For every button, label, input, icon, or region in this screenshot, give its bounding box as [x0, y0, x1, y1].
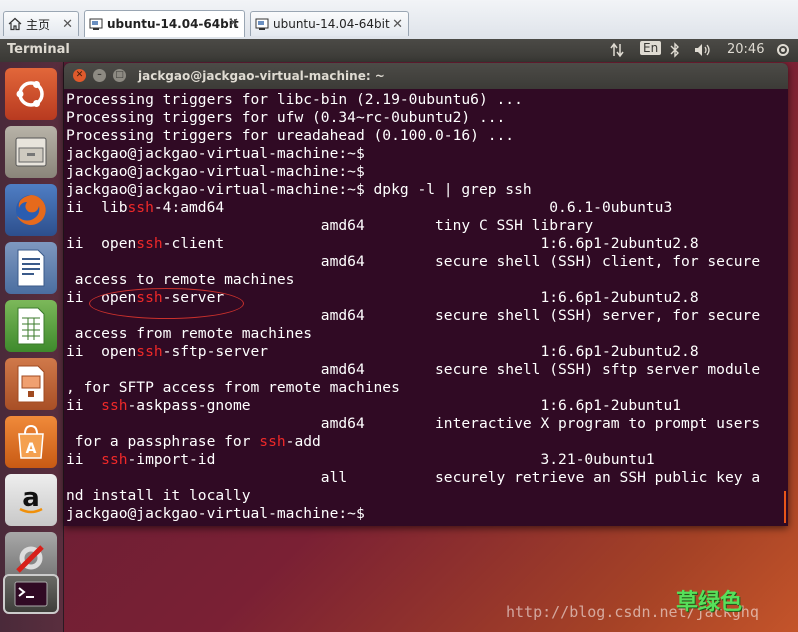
- clock[interactable]: 20:46: [727, 42, 764, 57]
- terminal-text: Processing triggers for ufw (0.34~rc-0ub…: [66, 109, 506, 126]
- terminal-text: for a passphrase for: [66, 433, 260, 450]
- home-icon: [8, 17, 22, 31]
- terminal-text: -client 1:6.6p1-2ubuntu2.8: [162, 235, 699, 252]
- tab-label: 主页: [26, 17, 51, 32]
- terminal-text: ii: [66, 397, 102, 414]
- window-title: jackgao@jackgao-virtual-machine: ~: [138, 69, 385, 83]
- libreoffice-writer-icon[interactable]: [5, 242, 57, 294]
- power-gear-icon[interactable]: [775, 42, 791, 62]
- terminal-line: ii libssh-4:amd64 0.6.1-0ubuntu3: [66, 199, 786, 217]
- terminal-line: all securely retrieve an SSH public key …: [66, 469, 786, 487]
- terminal-line: ii ssh-import-id 3.21-0ubuntu1: [66, 451, 786, 469]
- terminal-text: jackgao@jackgao-virtual-machine:~$ dpkg …: [66, 181, 532, 198]
- terminal-line: amd64 secure shell (SSH) client, for sec…: [66, 253, 786, 271]
- grep-match: ssh: [127, 199, 154, 216]
- tab-label: ubuntu-14.04-64bit: [273, 17, 390, 31]
- terminal-line: Processing triggers for libc-bin (2.19-0…: [66, 91, 786, 109]
- annotation-ellipse: [89, 288, 244, 319]
- terminal-line: amd64 interactive X program to prompt us…: [66, 415, 786, 433]
- svg-text:a: a: [22, 483, 40, 513]
- terminal-text: -askpass-gnome 1:6.6p1-2ubuntu1: [127, 397, 682, 414]
- software-center-icon[interactable]: A: [5, 416, 57, 468]
- terminal-text: amd64 secure shell (SSH) client, for sec…: [66, 253, 761, 270]
- watermark-text: 草绿色: [676, 590, 743, 615]
- terminal-text: ii open: [66, 235, 137, 252]
- terminal-line: Processing triggers for ufw (0.34~rc-0ub…: [66, 109, 786, 127]
- terminal-line: ii ssh-askpass-gnome 1:6.6p1-2ubuntu1: [66, 397, 786, 415]
- terminal-text: jackgao@jackgao-virtual-machine:~$: [66, 163, 365, 180]
- maximize-icon[interactable]: □: [113, 69, 126, 82]
- terminal-text: -import-id 3.21-0ubuntu1: [127, 451, 655, 468]
- terminal-line: , for SFTP access from remote machines: [66, 379, 786, 397]
- minimize-icon[interactable]: –: [93, 69, 106, 82]
- terminal-cursor: [784, 491, 786, 523]
- firefox-icon[interactable]: [5, 184, 57, 236]
- vm-icon: [89, 17, 103, 31]
- tab-label: ubuntu-14.04-64bit: [107, 17, 239, 31]
- terminal-text: jackgao@jackgao-virtual-machine:~$: [66, 505, 365, 522]
- volume-icon[interactable]: [694, 42, 714, 62]
- terminal-text: amd64 secure shell (SSH) sftp server mod…: [66, 361, 761, 378]
- terminal-text: Processing triggers for ureadahead (0.10…: [66, 127, 515, 144]
- app-title: Terminal: [7, 42, 70, 57]
- grep-match: ssh: [136, 235, 163, 252]
- libreoffice-impress-icon[interactable]: [5, 358, 57, 410]
- libreoffice-calc-icon[interactable]: [5, 300, 57, 352]
- terminal-line: access from remote machines: [66, 325, 786, 343]
- terminal-text: ii: [66, 451, 102, 468]
- terminal-text: ii lib: [66, 199, 128, 216]
- terminal-text: , for SFTP access from remote machines: [66, 379, 400, 396]
- keyboard-layout-indicator[interactable]: En: [640, 41, 662, 55]
- ubuntu-dash-icon[interactable]: [5, 68, 57, 120]
- terminal-text: Processing triggers for libc-bin (2.19-0…: [66, 91, 523, 108]
- close-icon[interactable]: ✕: [228, 16, 239, 31]
- terminal-line: ii openssh-client 1:6.6p1-2ubuntu2.8: [66, 235, 786, 253]
- terminal-text: all securely retrieve an SSH public key …: [66, 469, 761, 486]
- terminal-text: nd install it locally: [66, 487, 251, 504]
- terminal-text: -4:amd64 0.6.1-0ubuntu3: [153, 199, 673, 216]
- grep-match: ssh: [136, 343, 163, 360]
- terminal-line: for a passphrase for ssh-add: [66, 433, 786, 451]
- terminal-line: nd install it locally: [66, 487, 786, 505]
- files-icon[interactable]: [5, 126, 57, 178]
- grep-match: ssh: [259, 433, 286, 450]
- terminal-line: jackgao@jackgao-virtual-machine:~$: [66, 145, 786, 163]
- terminal-text: -add: [285, 433, 321, 450]
- close-icon[interactable]: ✕: [392, 17, 403, 32]
- grep-match: ssh: [101, 451, 128, 468]
- terminal-text: amd64 tiny C SSH library: [66, 217, 594, 234]
- tab-vm[interactable]: ubuntu-14.04-64bit ✕: [250, 11, 409, 36]
- close-icon[interactable]: ✕: [73, 69, 86, 82]
- grep-match: ssh: [101, 397, 128, 414]
- terminal-text: ii open: [66, 343, 137, 360]
- vm-icon: [255, 17, 269, 31]
- terminal-line: Processing triggers for ureadahead (0.10…: [66, 127, 786, 145]
- tab-vm-active[interactable]: ubuntu-14.04-64bit ✕: [84, 10, 245, 37]
- terminal-line: jackgao@jackgao-virtual-machine:~$: [66, 163, 786, 181]
- terminal-text: amd64 interactive X program to prompt us…: [66, 415, 761, 432]
- terminal-line: jackgao@jackgao-virtual-machine:~$ dpkg …: [66, 181, 786, 199]
- terminal-line: jackgao@jackgao-virtual-machine:~$: [66, 505, 786, 523]
- window-titlebar[interactable]: ✕ – □ jackgao@jackgao-virtual-machine: ~: [64, 63, 788, 89]
- top-panel: Terminal En 20:46: [0, 39, 798, 62]
- network-icon[interactable]: [610, 42, 624, 62]
- terminal-line: ii openssh-sftp-server 1:6.6p1-2ubuntu2.…: [66, 343, 786, 361]
- terminal-text: access from remote machines: [66, 325, 313, 342]
- tab-bar: 主页 ✕ ubuntu-14.04-64bit ✕ ubuntu-14.04-6…: [0, 0, 798, 43]
- terminal-text: -sftp-server 1:6.6p1-2ubuntu2.8: [162, 343, 699, 360]
- amazon-icon[interactable]: a: [5, 474, 57, 526]
- bluetooth-icon[interactable]: [670, 42, 680, 62]
- terminal-text: access to remote machines: [66, 271, 295, 288]
- launcher: A a: [0, 62, 64, 632]
- terminal-line: amd64 secure shell (SSH) sftp server mod…: [66, 361, 786, 379]
- tab-home[interactable]: 主页 ✕: [3, 11, 79, 36]
- terminal-line: access to remote machines: [66, 271, 786, 289]
- terminal-icon[interactable]: [3, 574, 59, 614]
- close-icon[interactable]: ✕: [62, 17, 73, 32]
- terminal-line: amd64 tiny C SSH library: [66, 217, 786, 235]
- terminal-text: jackgao@jackgao-virtual-machine:~$: [66, 145, 365, 162]
- svg-text:A: A: [26, 441, 37, 457]
